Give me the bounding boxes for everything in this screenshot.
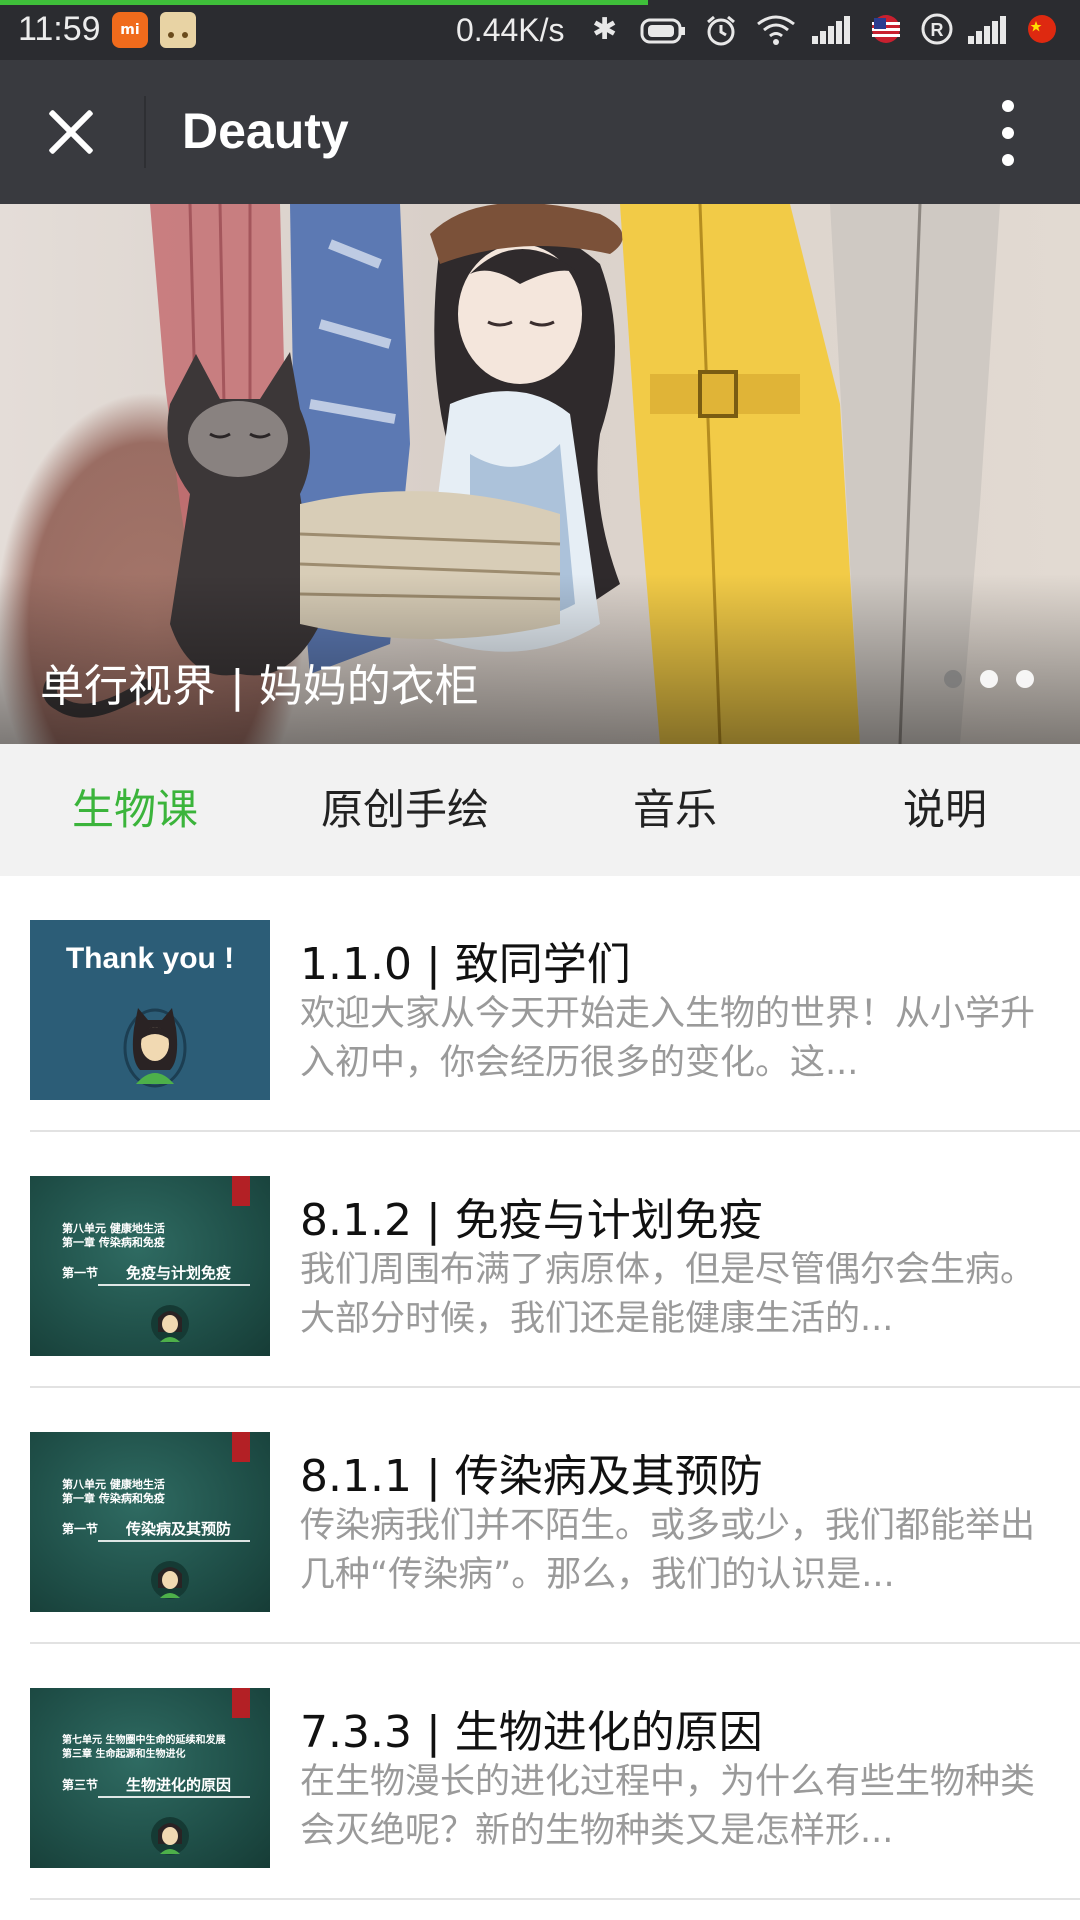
article-description: 传染病我们并不陌生。或多或少，我们都能举出几种“传染病”。那么，我们的认识是..… bbox=[300, 1506, 1036, 1595]
alarm-icon bbox=[704, 14, 738, 50]
pagination-dot[interactable] bbox=[1016, 670, 1034, 688]
article-thumbnail: Thank you ! bbox=[30, 920, 270, 1100]
app-header: Deauty bbox=[0, 60, 1080, 204]
thumbnail-section: 第三节 bbox=[62, 1778, 99, 1792]
avatar-icon bbox=[151, 1817, 189, 1855]
category-tabs: 生物课 原创手绘 音乐 说明 bbox=[0, 744, 1080, 876]
list-item[interactable]: 第八单元 健康地生活 第一章 传染病和免疫 第一节 传染病及其预防 8.1.1 … bbox=[0, 1388, 1080, 1644]
status-time: 11:59 bbox=[18, 10, 101, 48]
thumbnail-unit: 第八单元 健康地生活 bbox=[62, 1222, 165, 1235]
article-description: 在生物漫长的进化过程中，为什么有些生物种类会灭绝呢？新的生物种类又是怎样形... bbox=[300, 1762, 1036, 1851]
tab-music[interactable]: 音乐 bbox=[540, 744, 810, 876]
close-button[interactable] bbox=[40, 100, 104, 164]
banner-caption: 单行视界 | 妈妈的衣柜 bbox=[40, 661, 479, 712]
thumbnail-section-title: 传染病及其预防 bbox=[126, 1520, 232, 1538]
signal-icon-2 bbox=[968, 16, 1008, 44]
avatar-icon bbox=[151, 1561, 189, 1599]
thumbnail-section-title: 免疫与计划免疫 bbox=[126, 1264, 232, 1282]
thumbnail-chapter: 第三章 生命起源和生物进化 bbox=[62, 1749, 186, 1760]
bookmark-tag bbox=[232, 1176, 250, 1206]
avatar-icon bbox=[123, 1008, 187, 1088]
article-thumbnail: 第七单元 生物圈中生命的延续和发展 第三章 生命起源和生物进化 第三节 生物进化… bbox=[30, 1688, 270, 1868]
thumbnail-chapter: 第一章 传染病和免疫 bbox=[62, 1492, 165, 1505]
mi-app-icon: mi bbox=[112, 12, 148, 48]
list-item[interactable]: Thank you ! 1.1.0 | 致同学们 欢迎大家从今天开始走入生物的世… bbox=[0, 876, 1080, 1132]
pagination-dot[interactable] bbox=[944, 670, 962, 688]
featured-banner[interactable]: 单行视界 | 妈妈的衣柜 bbox=[0, 204, 1080, 744]
status-bar: 11:59 mi 0.44K/s ✱ R bbox=[0, 0, 1080, 60]
tab-biology[interactable]: 生物课 bbox=[0, 744, 270, 876]
article-title: 8.1.1 | 传染病及其预防 bbox=[300, 1451, 763, 1502]
article-title: 7.3.3 | 生物进化的原因 bbox=[300, 1707, 763, 1758]
article-thumbnail: 第八单元 健康地生活 第一章 传染病和免疫 第一节 传染病及其预防 bbox=[30, 1432, 270, 1612]
article-description: 欢迎大家从今天开始走入生物的世界！从小学升入初中，你会经历很多的变化。这... bbox=[300, 994, 1036, 1083]
tab-original-drawing[interactable]: 原创手绘 bbox=[270, 744, 540, 876]
thumbnail-underline bbox=[98, 1796, 250, 1798]
more-dot-icon bbox=[1002, 100, 1014, 112]
network-speed: 0.44K/s bbox=[456, 12, 565, 48]
battery-icon bbox=[640, 16, 686, 52]
thumbnail-underline bbox=[98, 1284, 250, 1286]
signal-icon bbox=[812, 16, 852, 44]
more-options-button[interactable] bbox=[990, 98, 1026, 168]
pagination-dot[interactable] bbox=[980, 670, 998, 688]
thumbnail-text: Thank you ! bbox=[65, 942, 235, 975]
thumbnail-unit: 第七单元 生物圈中生命的延续和发展 bbox=[62, 1735, 226, 1746]
more-dot-icon bbox=[1002, 154, 1014, 166]
notification-app-icon bbox=[160, 12, 196, 48]
roaming-icon: R bbox=[920, 12, 954, 48]
tab-about[interactable]: 说明 bbox=[810, 744, 1080, 876]
divider bbox=[30, 1898, 1080, 1900]
article-title: 8.1.2 | 免疫与计划免疫 bbox=[300, 1195, 763, 1246]
page-load-progress bbox=[0, 0, 648, 5]
china-flag-icon bbox=[1024, 14, 1060, 50]
thumbnail-section-title: 生物进化的原因 bbox=[126, 1776, 232, 1794]
thumbnail-section: 第一节 bbox=[62, 1266, 99, 1280]
avatar-icon bbox=[151, 1305, 189, 1343]
article-title: 1.1.0 | 致同学们 bbox=[300, 939, 631, 990]
thumbnail-section: 第一节 bbox=[62, 1522, 99, 1536]
page-title: Deauty bbox=[182, 103, 349, 159]
more-dot-icon bbox=[1002, 127, 1014, 139]
article-thumbnail: 第八单元 健康地生活 第一章 传染病和免疫 第一节 免疫与计划免疫 bbox=[30, 1176, 270, 1356]
svg-text:R: R bbox=[931, 20, 944, 40]
list-item[interactable]: 第七单元 生物圈中生命的延续和发展 第三章 生命起源和生物进化 第三节 生物进化… bbox=[0, 1644, 1080, 1900]
thumbnail-underline bbox=[98, 1540, 250, 1542]
thumbnail-unit: 第八单元 健康地生活 bbox=[62, 1478, 165, 1491]
bookmark-tag bbox=[232, 1432, 250, 1462]
bookmark-tag bbox=[232, 1688, 250, 1718]
wifi-icon bbox=[756, 14, 796, 50]
list-item[interactable]: 第八单元 健康地生活 第一章 传染病和免疫 第一节 免疫与计划免疫 8.1.2 … bbox=[0, 1132, 1080, 1388]
header-divider bbox=[144, 96, 146, 168]
thumbnail-chapter: 第一章 传染病和免疫 bbox=[62, 1236, 165, 1249]
us-flag-icon bbox=[868, 14, 904, 50]
bluetooth-icon: ✱ bbox=[592, 12, 618, 47]
article-description: 我们周围布满了病原体，但是尽管偶尔会生病。大部分时候，我们还是能健康生活的... bbox=[300, 1250, 1036, 1339]
